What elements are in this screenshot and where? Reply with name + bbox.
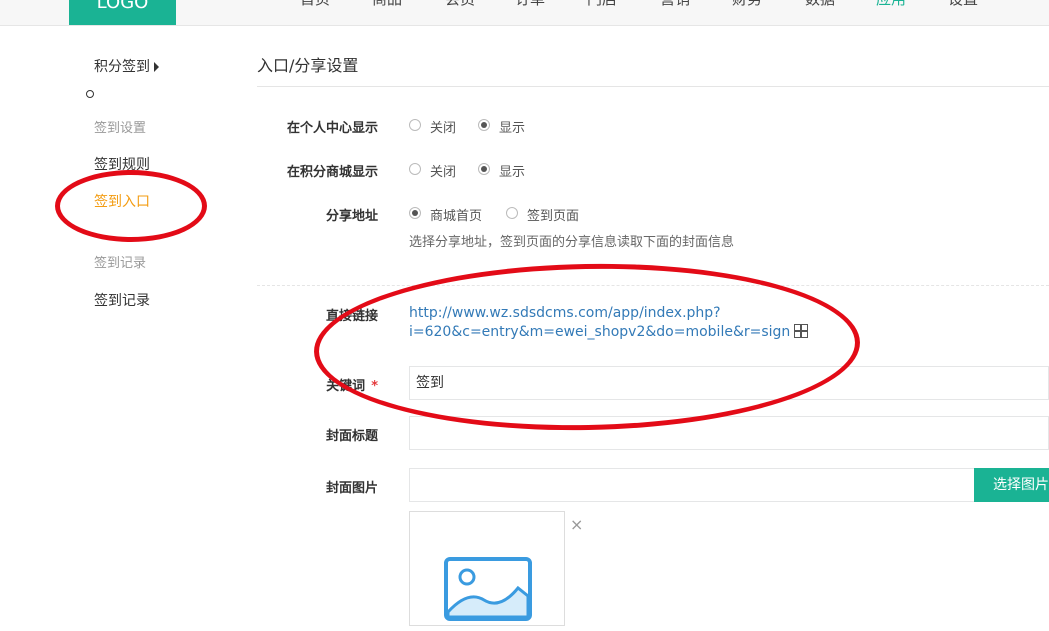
title-divider — [257, 86, 1049, 87]
points-mall-off-radio[interactable] — [409, 163, 421, 175]
nav-apps[interactable]: 应用 — [876, 0, 906, 8]
cover-title-input[interactable] — [409, 416, 1049, 450]
personal-center-off-label[interactable]: 关闭 — [430, 117, 456, 136]
image-placeholder-icon — [444, 557, 532, 621]
top-navbar: LOGO 首页 商品 会员 订单 门店 营销 财务 数据 应用 设置 — [0, 0, 1049, 26]
personal-center-off-radio[interactable] — [409, 119, 421, 131]
share-help-text: 选择分享地址，签到页面的分享信息读取下面的封面信息 — [409, 235, 735, 250]
share-home-label[interactable]: 商城首页 — [430, 205, 482, 224]
sidebar-group-records: 签到记录 — [94, 256, 147, 271]
points-mall-off-label[interactable]: 关闭 — [430, 161, 456, 180]
image-preview — [409, 511, 565, 626]
nav-data[interactable]: 数据 — [805, 0, 835, 8]
remove-image-icon[interactable]: × — [570, 515, 583, 534]
share-url-label: 分享地址 — [325, 209, 378, 224]
points-mall-label: 在积分商城显示 — [286, 165, 378, 180]
bullet-icon — [86, 90, 94, 98]
sidebar-title[interactable]: 积分签到 — [94, 56, 159, 76]
nav-settings[interactable]: 设置 — [948, 0, 978, 8]
points-mall-on-radio[interactable] — [478, 163, 490, 175]
keyword-input[interactable]: 签到 — [409, 366, 1049, 400]
share-sign-radio[interactable] — [506, 207, 518, 219]
nav-home[interactable]: 首页 — [300, 0, 330, 8]
personal-center-on-label[interactable]: 显示 — [499, 117, 525, 136]
nav-goods[interactable]: 商品 — [372, 0, 402, 8]
nav-finance[interactable]: 财务 — [732, 0, 762, 8]
sidebar-item-entry[interactable]: 签到入口 — [94, 191, 150, 211]
share-sign-label[interactable]: 签到页面 — [527, 205, 579, 224]
select-image-button[interactable]: 选择图片 — [974, 468, 1049, 502]
nav-marketing[interactable]: 营销 — [660, 0, 690, 8]
personal-center-on-radio[interactable] — [478, 119, 490, 131]
cover-image-label: 封面图片 — [325, 481, 378, 496]
sidebar: 积分签到 签到设置 签到规则 签到入口 签到记录 签到记录 — [0, 26, 230, 622]
cover-image-input[interactable] — [409, 468, 975, 502]
direct-link-label: 直接链接 — [325, 309, 378, 324]
section-divider — [257, 285, 1049, 286]
caret-right-icon — [154, 62, 159, 72]
sidebar-item-records[interactable]: 签到记录 — [94, 290, 150, 310]
personal-center-label: 在个人中心显示 — [286, 121, 378, 136]
sidebar-group-settings: 签到设置 — [94, 121, 147, 136]
nav-stores[interactable]: 门店 — [587, 0, 617, 8]
logo: LOGO — [69, 0, 176, 25]
direct-link[interactable]: http://www.wz.sdsdcms.com/app/index.php?… — [409, 304, 809, 342]
nav-members[interactable]: 会员 — [445, 0, 475, 8]
qrcode-icon[interactable] — [794, 324, 809, 338]
nav-orders[interactable]: 订单 — [515, 0, 545, 8]
page-title: 入口/分享设置 — [257, 56, 359, 75]
share-home-radio[interactable] — [409, 207, 421, 219]
points-mall-on-label[interactable]: 显示 — [499, 161, 525, 180]
sidebar-item-rules[interactable]: 签到规则 — [94, 154, 150, 174]
keyword-label: 关键词 * — [326, 379, 378, 394]
required-mark: * — [371, 379, 378, 394]
cover-title-label: 封面标题 — [325, 429, 378, 444]
